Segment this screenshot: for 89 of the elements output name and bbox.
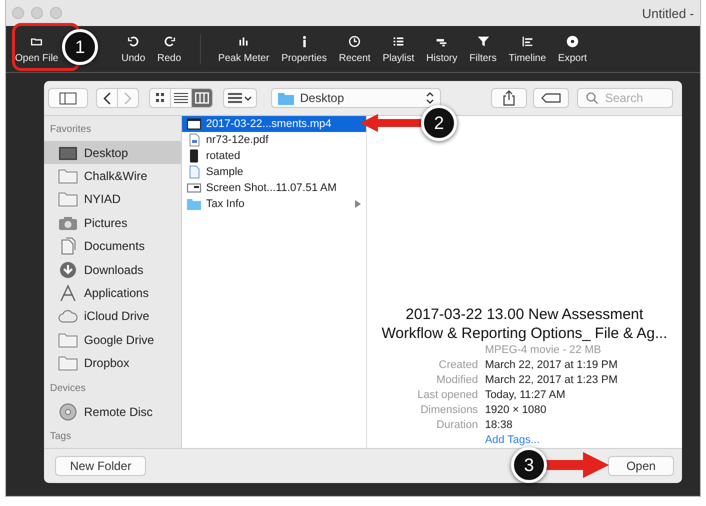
toolbar-button[interactable]: Playlist: [378, 34, 420, 64]
toolbar-button[interactable]: Open File: [10, 34, 64, 64]
toolbar-button[interactable]: Redo: [152, 34, 186, 64]
file-row[interactable]: 2017-03-22...sments.mp4: [182, 116, 366, 132]
timeline-icon: [520, 34, 534, 48]
detail-label: Last opened: [417, 388, 478, 403]
chevron-left-icon: [103, 92, 111, 104]
back-button[interactable]: [96, 88, 118, 108]
download-icon: [58, 260, 78, 279]
share-button[interactable]: [491, 88, 527, 108]
sidebar-item[interactable]: Desktop: [44, 141, 181, 164]
folder-icon: [278, 92, 294, 104]
grid-icon: [153, 92, 167, 104]
detail-label: Created: [438, 358, 478, 373]
updown-icon: [426, 91, 434, 105]
columns-icon: [195, 92, 209, 104]
sidebar-section-title: Devices: [49, 382, 87, 396]
new-folder-button[interactable]: New Folder: [55, 456, 146, 476]
sidebar-item[interactable]: Dropbox: [44, 352, 181, 375]
document-icon: [187, 165, 201, 179]
detail-label: Duration: [435, 418, 478, 433]
folder-icon: [58, 190, 78, 208]
filter-icon: [476, 34, 490, 48]
detail-label: Modified: [435, 373, 478, 388]
detail-value: 1920 × 1080: [484, 403, 548, 418]
toolbar-button[interactable]: Timeline: [504, 34, 552, 64]
search-field[interactable]: Search: [577, 88, 673, 108]
chevron-right-icon: [124, 92, 132, 104]
detail-value: March 22, 2017 at 1:19 PM: [484, 358, 618, 373]
sidebar-item[interactable]: Applications: [44, 281, 181, 305]
file-row[interactable]: Screen Shot...11.07.51 AM: [182, 180, 366, 196]
sidebar-item[interactable]: Pictures: [44, 211, 181, 235]
sidebar-section-title: Favorites: [49, 123, 92, 137]
share-icon: [503, 90, 515, 106]
toolbar-button[interactable]: History: [421, 34, 462, 64]
file-row[interactable]: rotated: [182, 148, 366, 164]
arrange-button[interactable]: [223, 88, 257, 108]
list-icon: [392, 34, 405, 48]
view-mode-button[interactable]: [170, 88, 192, 108]
disc-icon: [58, 402, 78, 421]
redo-icon: [162, 34, 176, 48]
sidebar-section-title: Tags: [49, 430, 72, 444]
sidebar-item[interactable]: Documents: [44, 234, 181, 258]
add-tags-link[interactable]: Add Tags...: [484, 433, 618, 448]
toolbar-button[interactable]: Recent: [334, 34, 376, 64]
sidebar-item[interactable]: Downloads: [44, 258, 181, 282]
sidebar-toggle-button[interactable]: [48, 88, 88, 108]
sidebar-item[interactable]: NYIAD: [44, 188, 181, 212]
detail-label: Dimensions: [419, 403, 478, 418]
sidebar-icon: [59, 92, 77, 104]
list-icon: [174, 92, 188, 104]
folder-icon: [187, 197, 201, 211]
toolbar-button[interactable]: Undo: [116, 34, 150, 64]
meter-icon: [237, 34, 250, 48]
file-kind-size: MPEG-4 movie - 22 MB: [484, 343, 602, 358]
pdf-file-icon: [187, 133, 201, 147]
detail-value: 18:38: [484, 418, 514, 433]
window-title: Untitled -: [642, 6, 694, 20]
arrange-icon: [228, 92, 252, 104]
undo-icon: [126, 34, 140, 48]
file-row[interactable]: Tax Info: [182, 196, 366, 212]
toolbar-button[interactable]: Properties: [276, 34, 332, 64]
preview-title: 2017-03-22 13.00 New Assessment Workflow & Reporting Options_ File & Ag...: [382, 305, 668, 343]
detail-value: March 22, 2017 at 1:23 PM: [484, 373, 618, 388]
tag-icon: [541, 93, 561, 103]
toolbar-button[interactable]: Export: [553, 34, 592, 64]
search-icon: [586, 92, 598, 104]
screenshot-file-icon: [187, 181, 201, 195]
file-row[interactable]: nr73-12e.pdf: [182, 132, 366, 148]
video-file-icon: [187, 117, 201, 131]
view-mode-button[interactable]: [149, 88, 171, 108]
sidebar-item[interactable]: iCloud Drive: [44, 304, 181, 328]
sidebar-item[interactable]: Remote Disc: [44, 400, 181, 424]
folder-icon: [58, 354, 78, 372]
sidebar-item[interactable]: Google Drive: [44, 328, 181, 352]
toolbar-button[interactable]: Filters: [464, 34, 502, 64]
open-button[interactable]: Open: [608, 456, 674, 476]
folder-icon: [58, 167, 78, 186]
cloud-icon: [58, 307, 78, 326]
detail-value: Today, 11:27 AM: [484, 388, 566, 403]
clock-icon: [348, 34, 362, 48]
file-row[interactable]: Sample: [182, 164, 366, 180]
sidebar-item[interactable]: Chalk&Wire: [44, 164, 181, 188]
tag-button[interactable]: [533, 88, 569, 108]
toolbar-button[interactable]: Peak Meter: [213, 34, 274, 64]
applications-icon: [58, 284, 78, 302]
location-dropdown[interactable]: Desktop: [271, 88, 441, 108]
folder-icon: [58, 330, 78, 349]
view-mode-button[interactable]: [191, 88, 213, 108]
